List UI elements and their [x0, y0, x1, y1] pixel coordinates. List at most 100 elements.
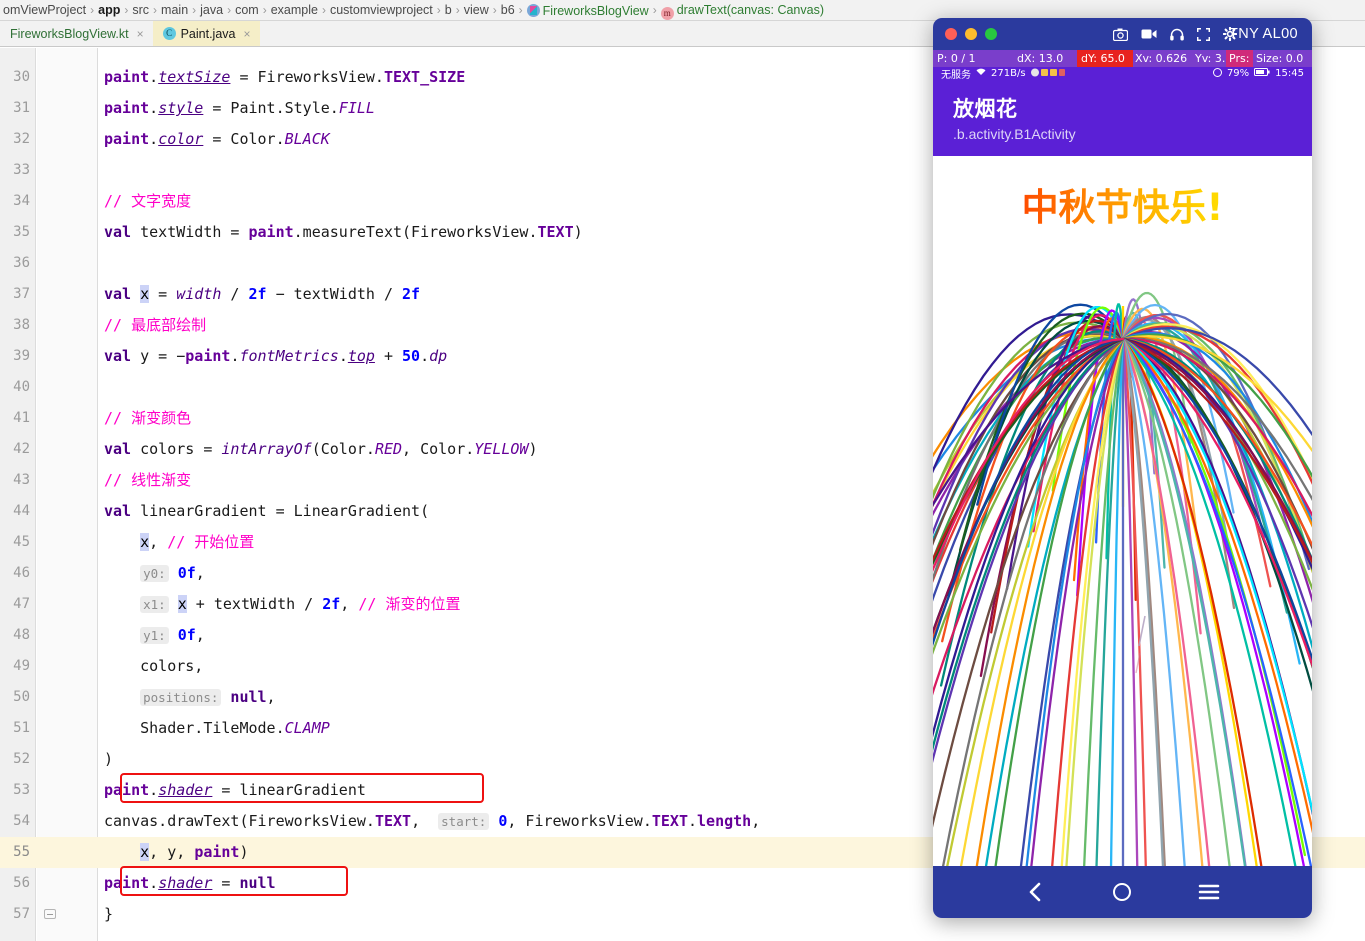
device-name: TNY AL00 — [1228, 26, 1298, 42]
editor-tab-label: Paint.java — [180, 26, 236, 41]
breadcrumb-item-label: b — [444, 3, 452, 17]
line-number: 40 — [13, 379, 30, 395]
close-tab-icon[interactable]: × — [137, 27, 144, 41]
fullscreen-icon[interactable] — [1197, 27, 1210, 41]
breadcrumb-item-b6[interactable]: b6 — [498, 3, 518, 17]
phone-mirror-window[interactable]: TNY AL00 P: 0 / 1 dX: 13.0 dY: 65.0 Xv: … — [933, 18, 1312, 918]
line-number: 51 — [13, 720, 30, 736]
line-number: 35 — [13, 224, 30, 240]
code-line-text[interactable]: val linearGradient = LinearGradient( — [104, 496, 429, 527]
line-number: 31 — [13, 100, 30, 116]
line-number: 36 — [13, 255, 30, 271]
line-number: 55 — [13, 844, 30, 860]
window-traffic-lights[interactable] — [945, 28, 997, 40]
breadcrumb-item-omviewproject[interactable]: omViewProject — [0, 3, 89, 17]
audio-icon[interactable] — [1170, 28, 1184, 41]
code-line-text[interactable]: x1: x + textWidth / 2f, // 渐变的位置 — [104, 589, 460, 620]
maximize-button[interactable] — [985, 28, 997, 40]
code-line-text[interactable]: positions: null, — [104, 682, 276, 713]
breadcrumb-item-src[interactable]: src — [129, 3, 152, 17]
code-line-text[interactable]: val y = −paint.fontMetrics.top + 50.dp — [104, 341, 447, 372]
code-line-text[interactable]: } — [104, 899, 113, 930]
wifi-icon — [976, 68, 986, 79]
code-line-text[interactable]: // 线性渐变 — [104, 465, 191, 496]
breadcrumb-item-com[interactable]: com — [232, 3, 262, 17]
code-line-text[interactable]: x, // 开始位置 — [104, 527, 254, 558]
editor-tab-paint-java[interactable]: C Paint.java × — [152, 21, 260, 46]
screenshot-icon[interactable] — [1113, 28, 1128, 41]
app-canvas[interactable]: 中秋节快乐! — [933, 161, 1312, 866]
code-line-text[interactable]: // 渐变颜色 — [104, 403, 191, 434]
close-tab-icon[interactable]: × — [243, 27, 250, 41]
debug-pointer: P: 0 / 1 — [933, 50, 1017, 67]
close-button[interactable] — [945, 28, 957, 40]
line-number: 53 — [13, 782, 30, 798]
phone-window-titlebar[interactable]: TNY AL00 — [933, 18, 1312, 50]
code-line-text[interactable]: Shader.TileMode.CLAMP — [104, 713, 330, 744]
breadcrumb-item-main[interactable]: main — [158, 3, 191, 17]
line-number: 30 — [13, 69, 30, 85]
code-line-text[interactable]: canvas.drawText(FireworksView.TEXT, star… — [104, 806, 760, 837]
debug-xv: Xv: 0.626 — [1133, 50, 1195, 67]
breadcrumb-item-app[interactable]: app — [95, 3, 123, 17]
breadcrumb-item-java[interactable]: java — [197, 3, 226, 17]
line-number: 57 — [13, 906, 30, 922]
code-line-text[interactable]: paint.textSize = FireworksView.TEXT_SIZE — [104, 62, 465, 93]
breadcrumb-item-label: java — [200, 3, 224, 17]
breadcrumb-item-fireworksblogview[interactable]: FireworksBlogView — [524, 2, 652, 18]
code-line-text[interactable]: val colors = intArrayOf(Color.RED, Color… — [104, 434, 538, 465]
code-fold-marker[interactable] — [44, 909, 56, 919]
code-line-text[interactable]: // 最底部绘制 — [104, 310, 206, 341]
network-speed-label: 271B/s — [991, 68, 1026, 79]
spark-trail — [1135, 615, 1146, 674]
android-nav-bar[interactable] — [933, 866, 1312, 918]
app-subtitle: .b.activity.B1Activity — [953, 126, 1076, 142]
code-line-text[interactable]: paint.shader = linearGradient — [104, 775, 366, 806]
line-number: 32 — [13, 131, 30, 147]
editor-tab-label: FireworksBlogView.kt — [10, 26, 129, 41]
code-line-text[interactable]: paint.shader = null — [104, 868, 276, 899]
breadcrumb-item-label: src — [132, 3, 150, 17]
breadcrumb-item-label: app — [98, 3, 121, 17]
minimize-button[interactable] — [965, 28, 977, 40]
breadcrumb-item-view[interactable]: view — [461, 3, 492, 17]
record-video-icon[interactable] — [1141, 28, 1157, 40]
line-number: 46 — [13, 565, 30, 581]
notification-icons — [1030, 68, 1065, 80]
breadcrumb-item-label: omViewProject — [3, 3, 87, 17]
code-line-text[interactable]: colors, — [104, 651, 203, 682]
recents-nav-icon[interactable] — [1198, 883, 1220, 901]
breadcrumb-item-b[interactable]: b — [442, 3, 455, 17]
code-line-text[interactable]: // 文字宽度 — [104, 186, 191, 217]
code-line-text[interactable]: paint.color = Color.BLACK — [104, 124, 330, 155]
line-number: 48 — [13, 627, 30, 643]
breadcrumb-item-label: drawText(canvas: Canvas) — [676, 2, 824, 17]
phone-window-toolbar[interactable] — [1113, 27, 1237, 41]
line-number: 44 — [13, 503, 30, 519]
line-number: 34 — [13, 193, 30, 209]
code-line-text[interactable]: x, y, paint) — [104, 837, 249, 868]
breadcrumb-item-example[interactable]: example — [268, 3, 321, 17]
line-number: 56 — [13, 875, 30, 891]
breadcrumb-item-customviewproject[interactable]: customviewproject — [327, 3, 436, 17]
android-status-bar: 无服务 271B/s 79% 15:45 — [933, 67, 1312, 81]
debug-size: Size: 0.0 — [1253, 50, 1312, 67]
code-line-text[interactable]: ) — [104, 744, 113, 775]
alarm-icon — [1212, 67, 1222, 80]
code-line-text[interactable]: val textWidth = paint.measureText(Firewo… — [104, 217, 583, 248]
back-nav-icon[interactable] — [1026, 881, 1046, 903]
line-number: 52 — [13, 751, 30, 767]
code-line-text[interactable]: y1: 0f, — [104, 620, 205, 651]
breadcrumb-item-label: customviewproject — [329, 3, 433, 17]
code-line-text[interactable]: y0: 0f, — [104, 558, 205, 589]
home-nav-icon[interactable] — [1111, 881, 1133, 903]
line-number: 43 — [13, 472, 30, 488]
breadcrumb-item-label: FireworksBlogView — [542, 4, 649, 18]
code-line-text[interactable]: val x = width / 2f − textWidth / 2f — [104, 279, 420, 310]
carrier-label: 无服务 — [941, 70, 971, 81]
debug-dy: dY: 65.0 — [1077, 50, 1133, 67]
code-line-text[interactable]: paint.style = Paint.Style.FILL — [104, 93, 375, 124]
breadcrumb-item-drawtext-canvas-canvas-[interactable]: m drawText(canvas: Canvas) — [658, 2, 827, 20]
editor-tab-fireworksblogview-kt[interactable]: FireworksBlogView.kt × — [0, 21, 153, 46]
breadcrumb-item-label: com — [235, 3, 259, 17]
